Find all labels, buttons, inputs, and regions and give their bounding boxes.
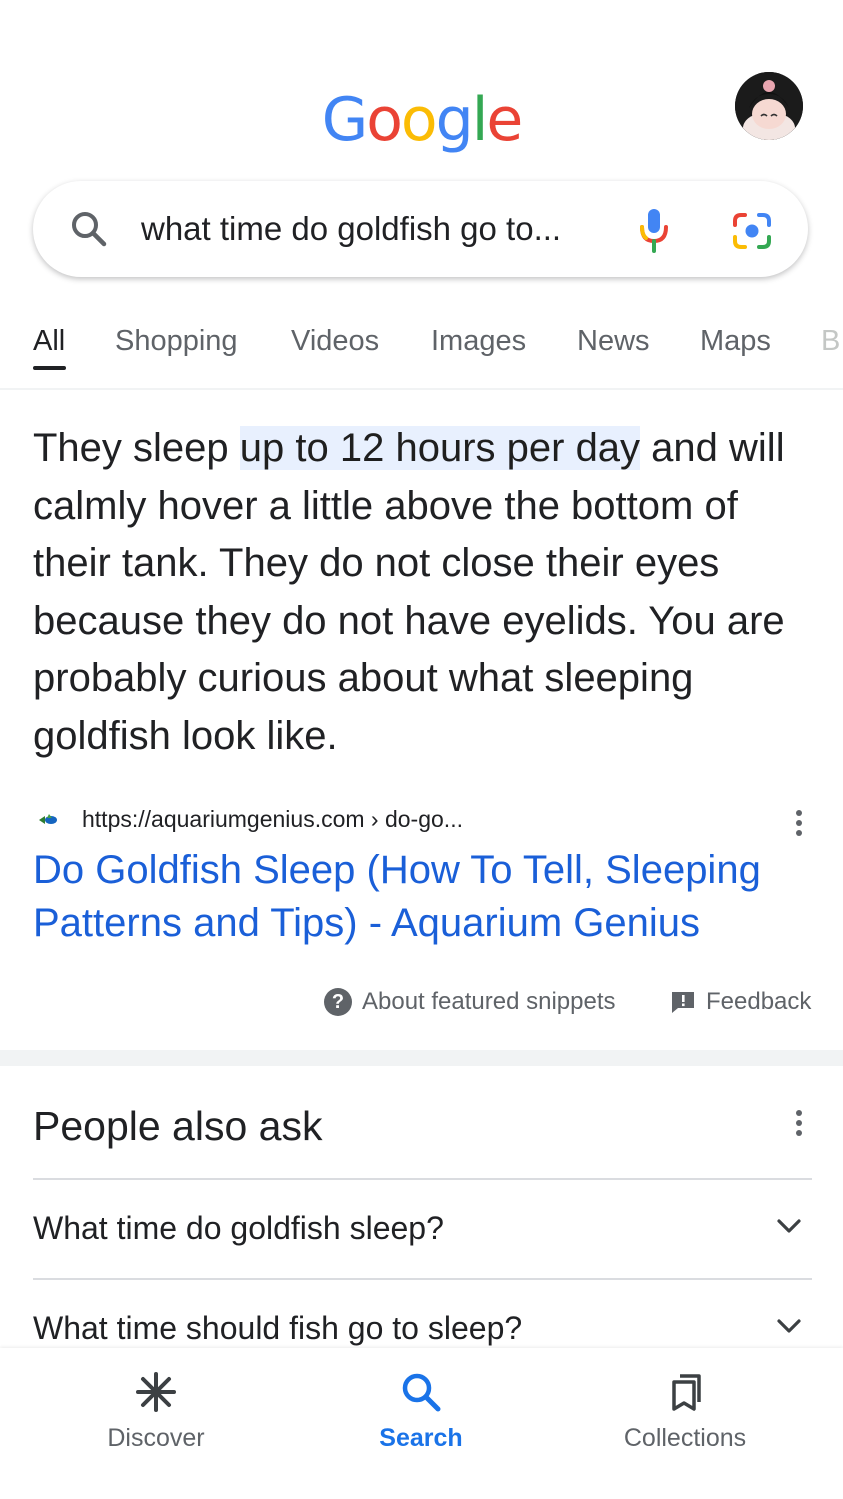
tab-news[interactable]: News — [577, 322, 650, 360]
help-icon: ? — [324, 988, 352, 1016]
tab-all[interactable]: All — [33, 322, 65, 360]
source-row: https://aquariumgenius.com › do-go... — [33, 800, 813, 840]
paa-question[interactable]: What time do goldfish sleep? — [33, 1178, 812, 1278]
search-box[interactable]: what time do goldfish go to... — [33, 181, 808, 277]
discover-asterisk-icon — [136, 1372, 176, 1412]
feedback-icon — [672, 992, 694, 1013]
nav-collections[interactable]: Collections — [585, 1348, 785, 1468]
logo-letter: g — [435, 85, 474, 155]
logo-letter: e — [486, 85, 523, 155]
avatar-image — [735, 72, 803, 140]
tab-videos[interactable]: Videos — [291, 322, 379, 360]
snippet-text-after: and will calmly hover a little above the… — [33, 426, 785, 758]
collections-bookmark-icon — [672, 1374, 701, 1411]
search-input[interactable]: what time do goldfish go to... — [141, 209, 561, 249]
search-results-page: Google what time do goldfish go to... Al… — [0, 0, 843, 1499]
chevron-down-icon — [777, 1319, 801, 1333]
source-url[interactable]: https://aquariumgenius.com › do-go... — [82, 804, 463, 834]
logo-letter: o — [366, 85, 403, 155]
site-favicon-icon — [39, 814, 57, 824]
tab-shopping[interactable]: Shopping — [115, 322, 238, 360]
nav-search-label: Search — [379, 1424, 463, 1452]
snippet-highlight: up to 12 hours per day — [239, 426, 641, 470]
nav-discover-label: Discover — [107, 1424, 205, 1452]
chevron-down-icon — [777, 1219, 801, 1233]
result-title-link[interactable]: Do Goldfish Sleep (How To Tell, Sleeping… — [33, 844, 823, 950]
featured-snippet-text: They sleep up to 12 hours per day and wi… — [33, 420, 813, 766]
tab-images[interactable]: Images — [431, 322, 526, 360]
search-icon — [402, 1373, 441, 1412]
search-tabs: All Shopping Videos Images News Maps B — [0, 322, 843, 390]
microphone-icon[interactable] — [637, 207, 671, 253]
section-divider — [0, 1050, 843, 1066]
tab-maps[interactable]: Maps — [700, 322, 771, 360]
people-also-ask-title: People also ask — [33, 1103, 323, 1149]
nav-discover[interactable]: Discover — [56, 1348, 256, 1468]
paa-more-options-icon[interactable] — [795, 1110, 803, 1140]
about-featured-snippets-link[interactable]: About featured snippets — [362, 986, 616, 1018]
tab-active-indicator — [33, 366, 66, 370]
nav-search[interactable]: Search — [321, 1348, 521, 1468]
google-lens-icon[interactable] — [731, 211, 773, 251]
snippet-footer: ? About featured snippets Feedback — [0, 982, 843, 1022]
paa-question-text: What time do goldfish sleep? — [33, 1210, 444, 1246]
search-icon[interactable] — [69, 209, 109, 249]
paa-question-text: What time should fish go to sleep? — [33, 1310, 523, 1346]
snippet-text-before: They sleep — [33, 426, 240, 470]
feedback-link[interactable]: Feedback — [706, 986, 811, 1018]
logo-letter: l — [471, 85, 489, 155]
logo-letter: G — [321, 85, 368, 155]
nav-collections-label: Collections — [623, 1424, 747, 1452]
google-logo[interactable]: Google — [0, 84, 843, 156]
avatar[interactable] — [735, 72, 803, 140]
tab-books-partial[interactable]: B — [821, 322, 840, 360]
more-options-icon[interactable] — [795, 810, 803, 840]
logo-letter: o — [400, 85, 438, 155]
bottom-navigation: Discover Search Collections — [0, 1348, 843, 1499]
